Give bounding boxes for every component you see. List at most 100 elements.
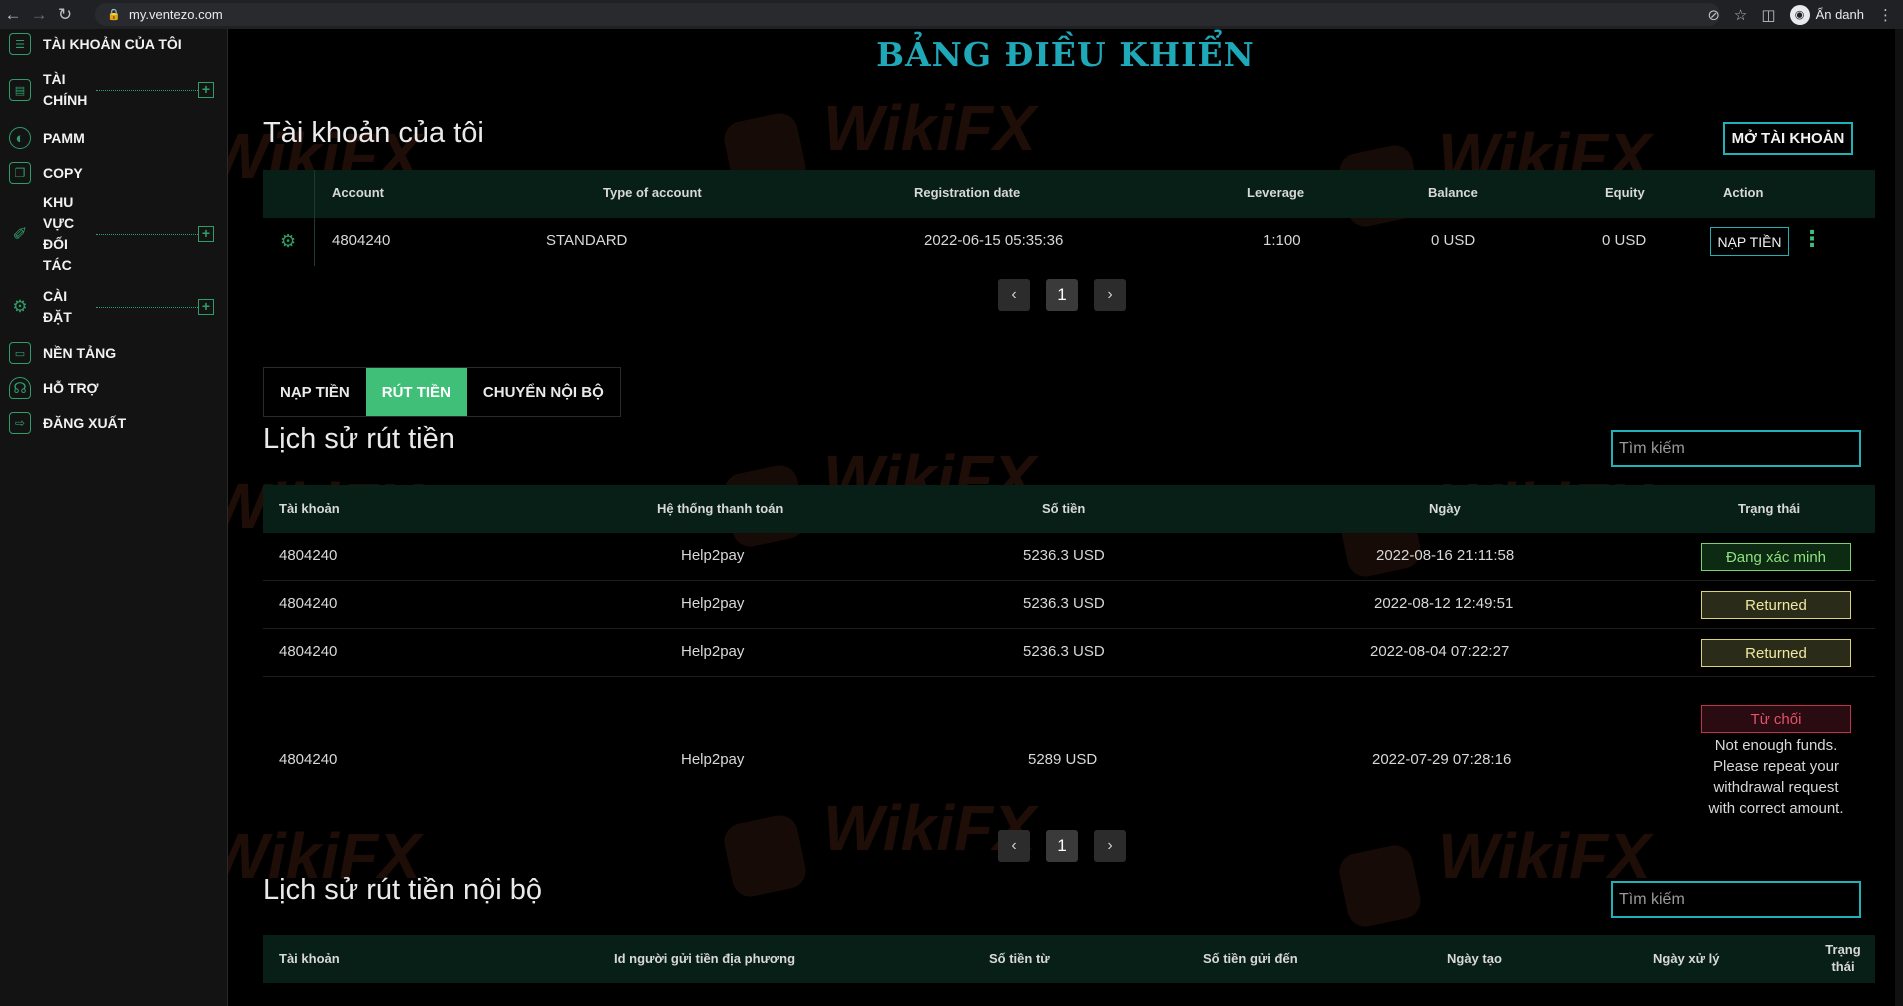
lock-icon: 🔒 <box>107 9 121 21</box>
gear-icon[interactable]: ⚙ <box>280 231 296 252</box>
cell-equity: 0 USD <box>1602 232 1647 249</box>
col-amount: Số tiền <box>1042 501 1086 516</box>
col-payment-system: Hệ thống thanh toán <box>657 501 784 516</box>
star-icon[interactable]: ☆ <box>1734 6 1747 24</box>
address-bar[interactable]: 🔒 my.ventezo.com <box>95 3 1720 26</box>
tab-internal-transfer[interactable]: CHUYỂN NỘI BỘ <box>467 368 620 416</box>
sidebar-item-pamm[interactable]: ◐ PAMM <box>0 127 228 149</box>
col-balance: Balance <box>1428 185 1478 200</box>
sidebar-item-platform[interactable]: ▭ NỀN TẢNG <box>0 342 228 364</box>
divider-dots <box>96 233 198 235</box>
cell-date: 2022-08-16 21:11:58 <box>1376 547 1515 564</box>
more-vert-icon[interactable]: ⋮ <box>1801 226 1823 252</box>
prev-page-icon[interactable]: ‹ <box>998 830 1030 862</box>
col-created-date: Ngày tạo <box>1447 951 1502 966</box>
next-page-icon[interactable]: › <box>1094 279 1126 311</box>
withdraw-pagination: ‹ 1 › <box>998 830 1126 862</box>
sidebar-item-label: CÀI ĐẶT <box>43 288 72 325</box>
col-amount-to: Số tiền gửi đến <box>1203 951 1298 966</box>
sidebar-item-settings[interactable]: ⚙ CÀI ĐẶT + <box>0 286 228 328</box>
accounts-pagination: ‹ 1 › <box>998 279 1126 311</box>
page-number[interactable]: 1 <box>1046 279 1078 311</box>
cell-account: 4804240 <box>279 643 338 660</box>
cell-date: 2022-08-12 12:49:51 <box>1374 595 1514 612</box>
sidebar-item-label: HỖ TRỢ <box>43 379 99 396</box>
col-date: Ngày <box>1429 501 1461 516</box>
tab-withdraw[interactable]: RÚT TIỀN <box>365 368 467 416</box>
logout-icon: ⇨ <box>9 412 31 434</box>
cell-date: 2022-07-29 07:28:16 <box>1372 751 1512 768</box>
sidebar-item-my-account[interactable]: ☰ TÀI KHOẢN CỦA TÔI <box>0 33 228 55</box>
headset-icon: ☊ <box>9 377 31 399</box>
sidebar-item-label: TÀI CHÍNH <box>43 71 88 108</box>
sidebar-item-label: KHU VỰC ĐỐI TÁC <box>43 194 75 273</box>
address-url: my.ventezo.com <box>129 7 223 22</box>
col-status: Trạng thái <box>1825 942 1861 974</box>
watermark-text: WikiFX <box>823 92 1036 164</box>
globe-icon: ◐ <box>9 127 31 149</box>
expand-plus-icon[interactable]: + <box>198 226 214 242</box>
cell-amount: 5236.3 USD <box>1023 643 1105 660</box>
settings-user-icon: ⚙ <box>12 297 28 316</box>
dashboard-title: BẢNG ĐIỀU KHIỂN <box>876 35 1255 74</box>
cell-account: 4804240 <box>279 547 338 564</box>
page-number[interactable]: 1 <box>1046 830 1078 862</box>
sidebar-item-support[interactable]: ☊ HỖ TRỢ <box>0 377 228 399</box>
withdraw-history-title: Lịch sử rút tiền <box>263 423 455 455</box>
list-icon: ☰ <box>9 33 31 55</box>
eye-off-icon[interactable]: ⊘ <box>1707 6 1720 24</box>
sidebar-item-copy[interactable]: ❐ COPY <box>0 162 228 184</box>
col-amount-from: Số tiền từ <box>989 951 1050 966</box>
divider-dots <box>96 89 198 91</box>
col-account: Account <box>332 185 384 200</box>
cell-system: Help2pay <box>681 751 745 768</box>
cell-balance: 0 USD <box>1431 232 1476 249</box>
page-scrollbar[interactable] <box>1895 29 1903 1006</box>
tab-deposit[interactable]: NẠP TIỀN <box>264 368 366 416</box>
forward-arrow-icon[interactable]: → <box>26 0 52 29</box>
cell-date: 2022-08-04 07:22:27 <box>1370 643 1510 660</box>
transaction-tabs: NẠP TIỀN RÚT TIỀN CHUYỂN NỘI BỘ <box>263 367 621 417</box>
col-processed-date: Ngày xử lý <box>1653 951 1720 966</box>
sidebar-item-finance[interactable]: ▤ TÀI CHÍNH + <box>0 69 228 111</box>
back-arrow-icon[interactable]: ← <box>0 0 26 29</box>
browser-actions: ⊘ ☆ ◫ ◉ Ẩn danh ⋮ <box>1707 0 1903 29</box>
withdraw-table-header: Tài khoản Hệ thống thanh toán Số tiền Ng… <box>263 485 1875 533</box>
cell-account: 4804240 <box>279 751 338 768</box>
expand-plus-icon[interactable]: + <box>198 299 214 315</box>
prev-page-icon[interactable]: ‹ <box>998 279 1030 311</box>
platform-icon: ▭ <box>9 342 31 364</box>
expand-plus-icon[interactable]: + <box>198 82 214 98</box>
col-registration-date: Registration date <box>914 185 1021 200</box>
internal-search-input[interactable]: Tìm kiếm <box>1611 881 1861 918</box>
table-row: ⚙ 4804240 STANDARD 2022-06-15 05:35:36 1… <box>263 218 1875 266</box>
table-row: 4804240 Help2pay 5289 USD 2022-07-29 07:… <box>263 677 1875 843</box>
reload-icon[interactable]: ↻ <box>52 0 78 29</box>
cell-amount: 5289 USD <box>1028 751 1098 768</box>
reject-reason: Not enough funds. Please repeat your wit… <box>1708 737 1844 817</box>
sidebar-item-label: NỀN TẢNG <box>43 344 117 361</box>
sidebar-item-label: TÀI KHOẢN CỦA TÔI <box>43 35 182 52</box>
sidebar-item-label: ĐĂNG XUẤT <box>43 414 127 431</box>
cell-leverage: 1:100 <box>1263 232 1301 249</box>
col-equity: Equity <box>1605 185 1645 200</box>
deposit-button[interactable]: NẠP TIỀN <box>1710 227 1789 256</box>
withdraw-search-input[interactable]: Tìm kiếm <box>1611 430 1861 467</box>
sidebar-toggle-icon[interactable]: ◫ <box>1761 6 1775 24</box>
sidebar-item-partner-area[interactable]: ✐ KHU VỰC ĐỐI TÁC + <box>0 192 228 276</box>
sidebar: ☰ TÀI KHOẢN CỦA TÔI ▤ TÀI CHÍNH + ◐ PAMM… <box>0 29 228 1006</box>
col-status: Trạng thái <box>1738 501 1801 516</box>
sidebar-item-logout[interactable]: ⇨ ĐĂNG XUẤT <box>0 412 228 434</box>
open-account-button[interactable]: MỞ TÀI KHOẢN <box>1723 122 1853 155</box>
incognito-profile[interactable]: ◉ Ẩn danh <box>1789 4 1864 25</box>
more-vert-icon[interactable]: ⋮ <box>1878 6 1893 24</box>
status-badge: Từ chối <box>1701 705 1851 733</box>
cell-account: 4804240 <box>332 232 391 249</box>
cell-date: 2022-06-15 05:35:36 <box>924 232 1064 249</box>
next-page-icon[interactable]: › <box>1094 830 1126 862</box>
partner-icon: ✐ <box>12 223 28 244</box>
watermark-logo <box>1336 842 1424 930</box>
accounts-title: Tài khoản của tôi <box>263 117 484 149</box>
sidebar-item-label: COPY <box>43 164 83 181</box>
finance-icon: ▤ <box>9 79 31 101</box>
